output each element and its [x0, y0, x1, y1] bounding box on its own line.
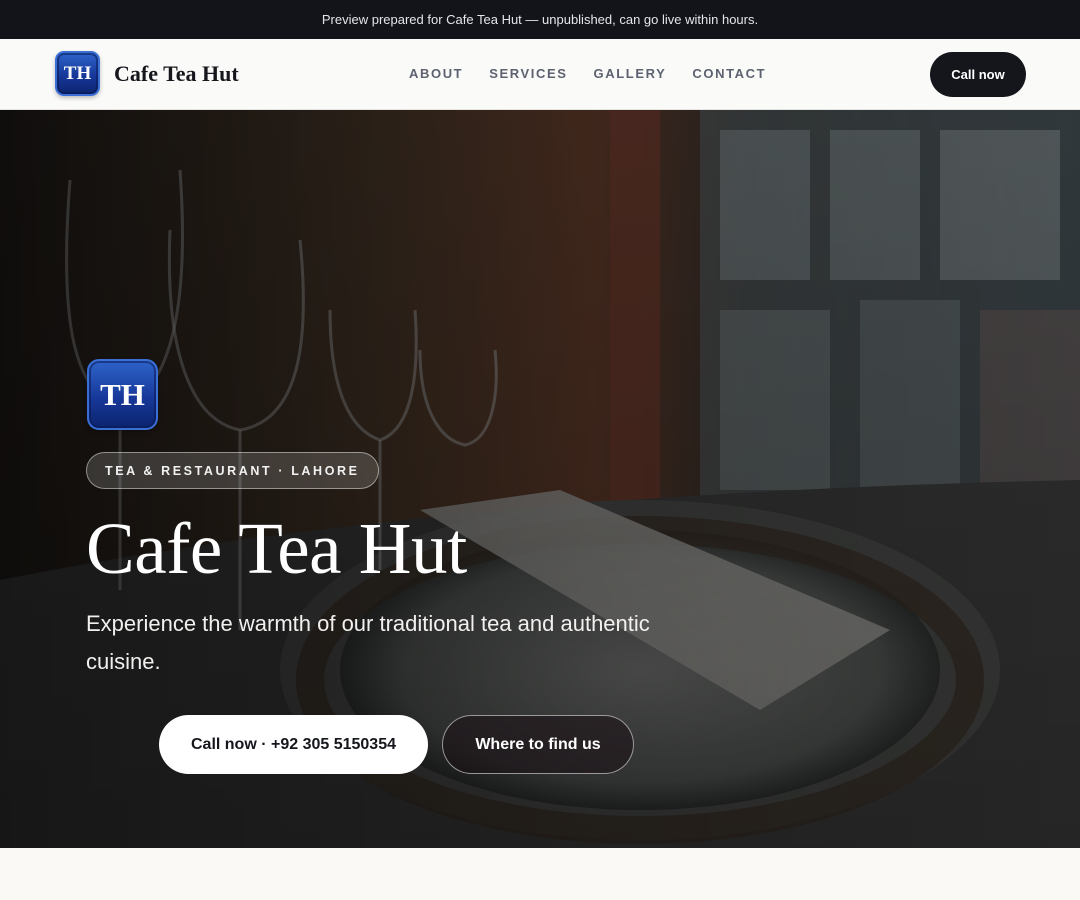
hero-tagline-pill: TEA & RESTAURANT · LAHORE — [86, 452, 379, 489]
hero-call-button[interactable]: Call now · +92 305 5150354 — [159, 715, 428, 774]
nav-services[interactable]: SERVICES — [489, 66, 567, 81]
nav-contact[interactable]: CONTACT — [692, 66, 766, 81]
header-call-button[interactable]: Call now — [930, 52, 1026, 97]
hero-find-us-button[interactable]: Where to find us — [442, 715, 634, 774]
header-logo[interactable]: TH — [55, 51, 100, 96]
nav-about[interactable]: ABOUT — [409, 66, 463, 81]
preview-banner: Preview prepared for Cafe Tea Hut — unpu… — [0, 0, 1080, 39]
main-nav: ABOUT SERVICES GALLERY CONTACT — [409, 66, 792, 81]
preview-banner-text: Preview prepared for Cafe Tea Hut — unpu… — [321, 12, 759, 27]
hero-subtitle: Experience the warmth of our traditional… — [86, 611, 650, 674]
brand-name[interactable]: Cafe Tea Hut — [114, 61, 239, 87]
nav-gallery[interactable]: GALLERY — [594, 66, 667, 81]
hero-title: Cafe Tea Hut — [86, 508, 467, 589]
hero-section: TH TEA & RESTAURANT · LAHORE Cafe Tea Hu… — [0, 110, 1080, 848]
hero-logo: TH — [87, 359, 158, 430]
site-header: TH Cafe Tea Hut ABOUT SERVICES GALLERY C… — [0, 39, 1080, 110]
